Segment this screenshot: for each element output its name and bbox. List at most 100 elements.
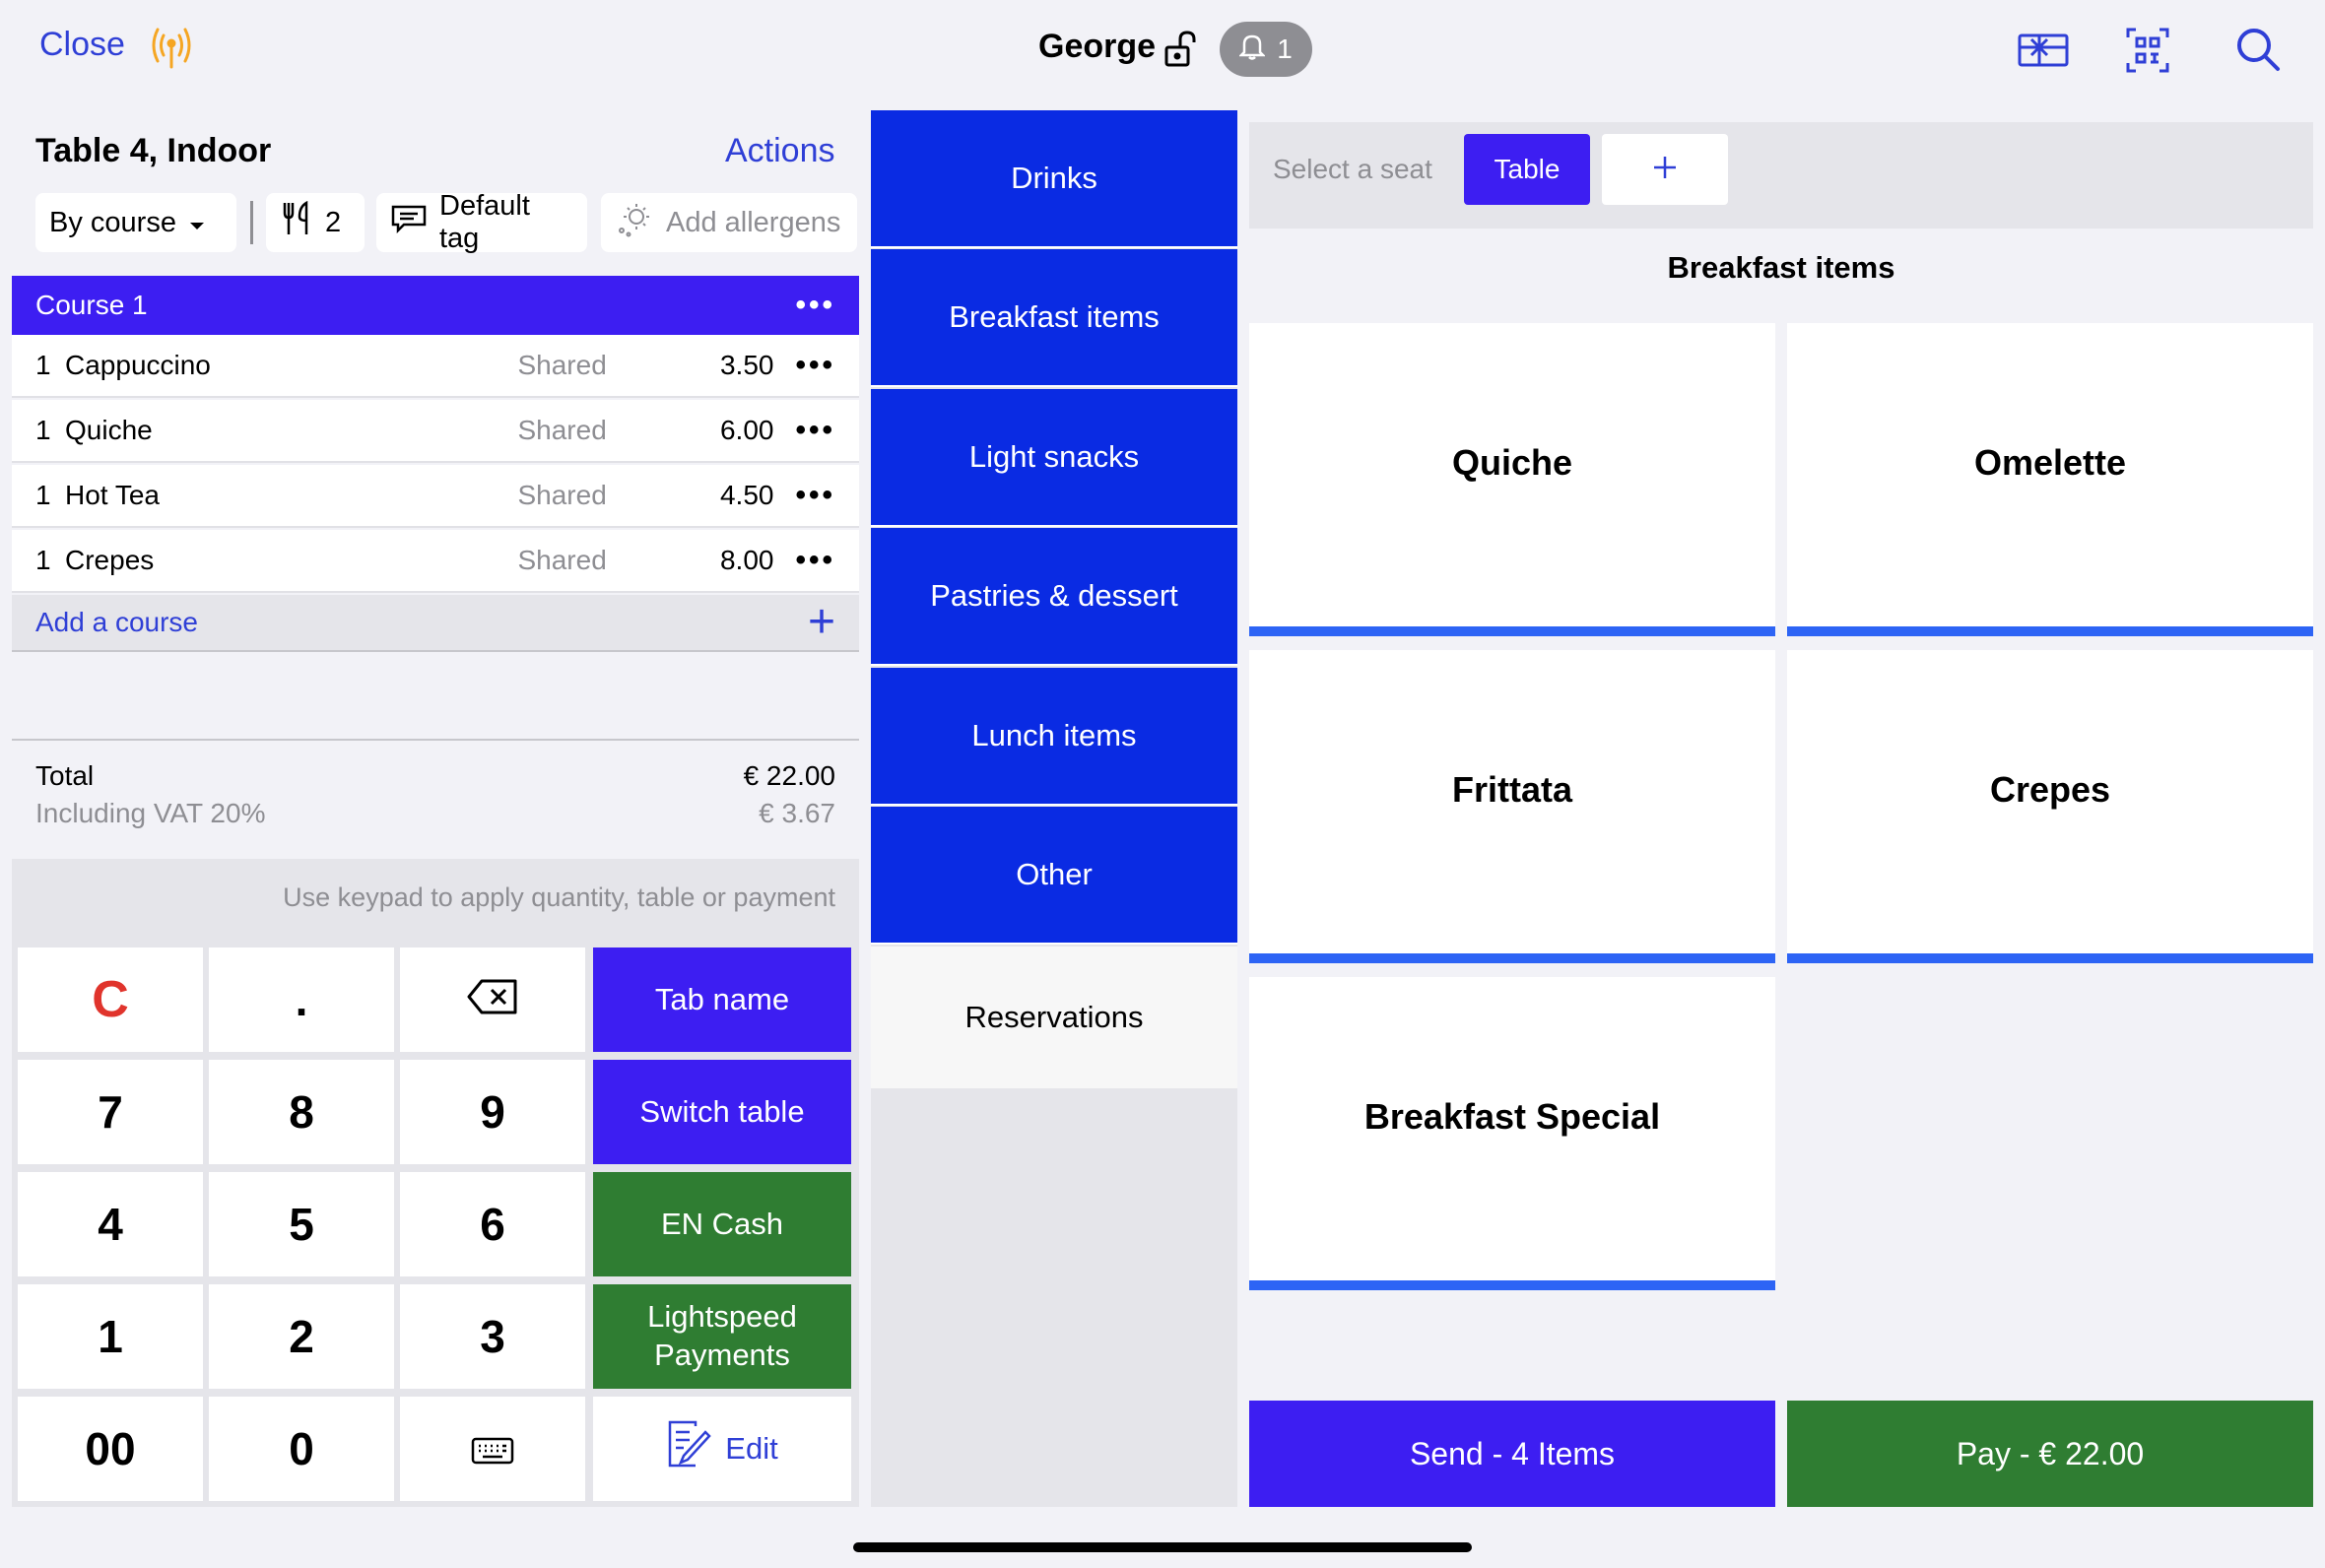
total-label: Total — [35, 760, 95, 791]
notification-badge[interactable]: 1 — [1220, 22, 1312, 77]
edit-button[interactable]: Edit — [593, 1397, 851, 1501]
search-icon[interactable] — [2228, 24, 2288, 77]
signal-icon — [146, 22, 197, 73]
keyboard-icon — [471, 1422, 514, 1475]
plus-icon[interactable]: + — [808, 599, 835, 646]
user-name[interactable]: George — [1038, 28, 1156, 66]
line-seat: Shared — [517, 480, 607, 510]
add-course-row[interactable]: Add a course + — [12, 595, 859, 652]
order-line-item[interactable]: 1 Cappuccino Shared 3.50 ••• — [12, 335, 859, 398]
allergen-icon — [615, 199, 654, 246]
product-tile[interactable]: Frittata — [1249, 650, 1775, 963]
allergens-label: Add allergens — [666, 206, 841, 238]
covers-chip[interactable]: 2 — [266, 193, 365, 252]
line-more-icon[interactable]: ••• — [795, 544, 835, 577]
chip-divider — [250, 201, 253, 244]
total-value: € 22.00 — [743, 760, 835, 791]
order-line-item[interactable]: 1 Hot Tea Shared 4.50 ••• — [12, 465, 859, 528]
category-lunch-items[interactable]: Lunch items — [871, 668, 1237, 806]
keyboard-toggle[interactable] — [400, 1397, 585, 1501]
edit-icon — [666, 1418, 712, 1479]
keypad-hint: Use keypad to apply quantity, table or p… — [283, 882, 835, 912]
line-qty: 1 — [35, 415, 51, 445]
line-more-icon[interactable]: ••• — [795, 414, 835, 447]
product-tile[interactable]: Omelette — [1787, 323, 2313, 636]
product-tile[interactable]: Breakfast Special — [1249, 977, 1775, 1290]
category-light-snacks[interactable]: Light snacks — [871, 389, 1237, 527]
tag-label: Default tag — [439, 190, 530, 254]
line-qty: 1 — [35, 350, 51, 380]
default-tag-chip[interactable]: Default tag — [376, 190, 587, 254]
line-seat: Shared — [517, 350, 607, 380]
category-pastries-dessert[interactable]: Pastries & dessert — [871, 528, 1237, 666]
backspace-icon — [466, 973, 519, 1026]
close-button[interactable]: Close — [39, 26, 125, 64]
category-other[interactable]: Other — [871, 807, 1237, 945]
key-4[interactable]: 4 — [18, 1172, 203, 1276]
line-price: 6.00 — [719, 415, 774, 445]
course-more-icon[interactable]: ••• — [795, 289, 835, 322]
notification-count: 1 — [1277, 33, 1293, 64]
key-5[interactable]: 5 — [209, 1172, 394, 1276]
product-name: Breakfast Special — [1363, 1096, 1661, 1137]
key-8[interactable]: 8 — [209, 1060, 394, 1164]
key-backspace[interactable] — [400, 947, 585, 1052]
course-header[interactable]: Course 1 ••• — [12, 276, 859, 335]
product-tile[interactable]: Crepes — [1787, 650, 2313, 963]
seat-table-button[interactable]: Table — [1464, 134, 1590, 205]
lock-open-icon[interactable] — [1162, 30, 1196, 69]
order-title: Table 4, Indoor — [35, 132, 272, 169]
key-clear[interactable]: C — [18, 947, 203, 1052]
key-00[interactable]: 00 — [18, 1397, 203, 1501]
tab-name-button[interactable]: Tab name — [593, 947, 851, 1052]
pay-button[interactable]: Pay - € 22.00 — [1787, 1401, 2313, 1507]
line-more-icon[interactable]: ••• — [795, 479, 835, 512]
line-price: 4.50 — [719, 480, 774, 510]
plus-icon — [1652, 155, 1678, 185]
add-allergens-chip[interactable]: Add allergens — [601, 193, 857, 252]
line-name: Cappuccino — [65, 350, 211, 380]
course-name: Course 1 — [35, 290, 148, 320]
qr-scan-icon[interactable] — [2118, 24, 2177, 77]
home-indicator — [853, 1542, 1472, 1552]
line-price: 3.50 — [719, 350, 774, 380]
actions-button[interactable]: Actions — [725, 132, 835, 170]
line-qty: 1 — [35, 480, 51, 510]
add-seat-button[interactable] — [1602, 134, 1728, 205]
lightspeed-payments-button[interactable]: Lightspeed Payments — [593, 1284, 851, 1389]
key-3[interactable]: 3 — [400, 1284, 585, 1389]
key-0[interactable]: 0 — [209, 1397, 394, 1501]
gift-card-icon[interactable] — [2014, 24, 2073, 77]
key-1[interactable]: 1 — [18, 1284, 203, 1389]
course-mode-dropdown[interactable]: By course — [35, 193, 236, 252]
line-name: Hot Tea — [65, 480, 160, 510]
course-mode-label: By course — [49, 206, 176, 238]
send-items-button[interactable]: Send - 4 Items — [1249, 1401, 1775, 1507]
caret-down-icon — [188, 207, 206, 239]
select-seat-label: Select a seat — [1273, 154, 1432, 184]
cash-payment-button[interactable]: EN Cash — [593, 1172, 851, 1276]
product-name: Omelette — [1973, 442, 2127, 483]
key-7[interactable]: 7 — [18, 1060, 203, 1164]
bell-icon — [1238, 33, 1267, 67]
line-more-icon[interactable]: ••• — [795, 349, 835, 382]
covers-count: 2 — [325, 206, 342, 238]
edit-label: Edit — [725, 1430, 778, 1466]
switch-table-button[interactable]: Switch table — [593, 1060, 851, 1164]
category-breakfast-items[interactable]: Breakfast items — [871, 249, 1237, 387]
product-tile[interactable]: Quiche — [1249, 323, 1775, 636]
line-qty: 1 — [35, 545, 51, 575]
key-2[interactable]: 2 — [209, 1284, 394, 1389]
key-6[interactable]: 6 — [400, 1172, 585, 1276]
category-reservations[interactable]: Reservations — [871, 947, 1237, 1088]
order-line-item[interactable]: 1 Crepes Shared 8.00 ••• — [12, 530, 859, 593]
line-seat: Shared — [517, 545, 607, 575]
vat-label: Including VAT 20% — [35, 798, 266, 828]
order-line-item[interactable]: 1 Quiche Shared 6.00 ••• — [12, 400, 859, 463]
category-drinks[interactable]: Drinks — [871, 110, 1237, 248]
total-divider — [12, 739, 859, 741]
key-9[interactable]: 9 — [400, 1060, 585, 1164]
key-decimal[interactable]: . — [209, 947, 394, 1052]
line-name: Crepes — [65, 545, 155, 575]
product-name: Crepes — [1989, 769, 2111, 810]
